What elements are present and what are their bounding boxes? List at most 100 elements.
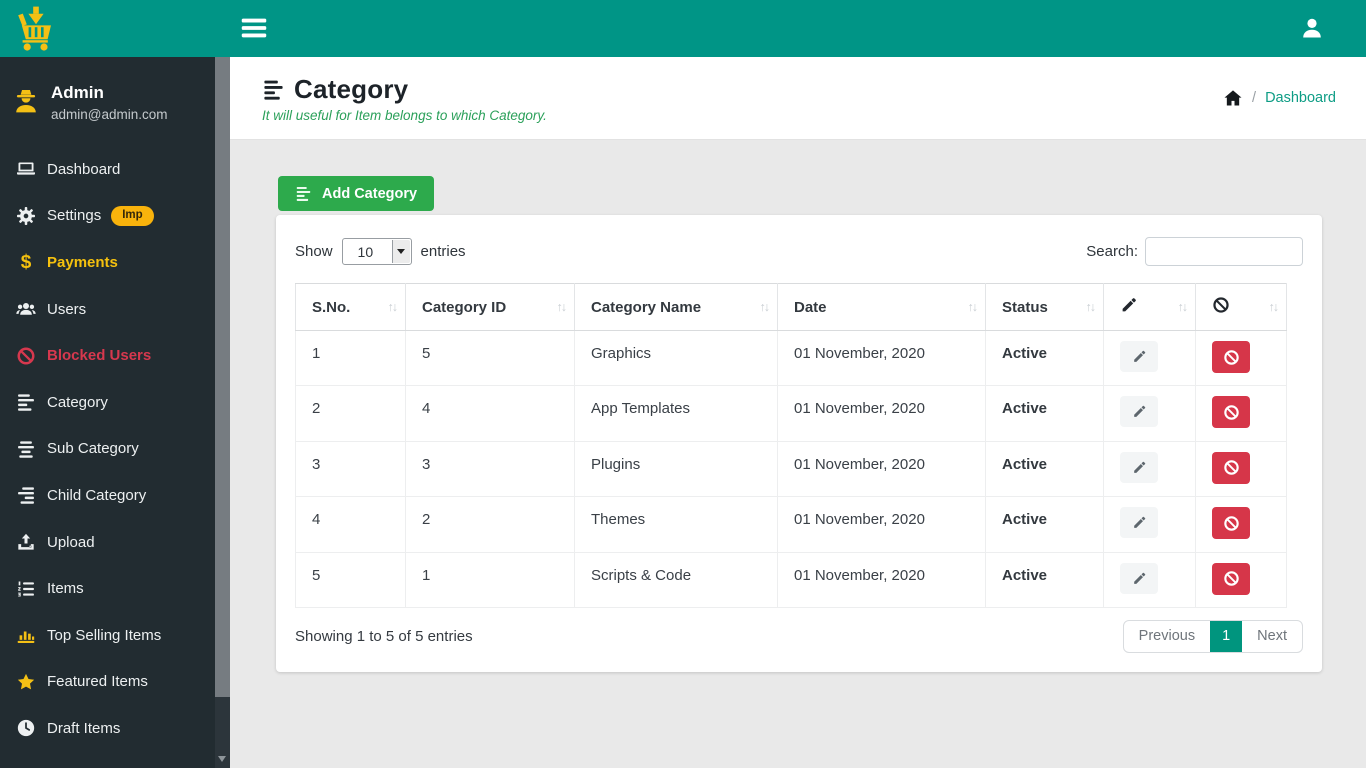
sidebar-item-label: Featured Items xyxy=(47,673,148,691)
block-button[interactable] xyxy=(1212,396,1250,429)
cell-category-id: 1 xyxy=(405,551,575,608)
edit-button[interactable] xyxy=(1120,562,1158,594)
page-1-button[interactable]: 1 xyxy=(1210,620,1243,652)
cell-category-name: Plugins xyxy=(574,440,778,498)
column-header-label: S.No. xyxy=(312,298,351,316)
table-row: 3 3 Plugins 01 November, 2020 Active xyxy=(295,440,1287,498)
sidebar-item-items[interactable]: Items xyxy=(0,565,230,612)
block-button[interactable] xyxy=(1212,562,1250,595)
pencil-icon xyxy=(1132,571,1147,586)
cell-category-name: Graphics xyxy=(574,329,778,387)
sort-icon: ↑↓ xyxy=(387,300,398,314)
column-header-status[interactable]: Status ↑↓ xyxy=(985,283,1104,331)
block-button[interactable] xyxy=(1212,507,1250,540)
column-header-pencil-icon[interactable]: ↑↓ xyxy=(1103,283,1196,331)
upload-icon xyxy=(16,532,36,552)
sidebar-item-label: Child Category xyxy=(47,486,147,504)
cell-date: 01 November, 2020 xyxy=(777,440,986,498)
sidebar-item-label: Category xyxy=(47,393,108,411)
add-category-label: Add Category xyxy=(322,185,418,202)
user-email: admin@admin.com xyxy=(51,107,168,122)
next-page-button[interactable]: Next xyxy=(1242,621,1302,652)
sidebar-item-draft-items[interactable]: Draft Items xyxy=(0,705,230,752)
sidebar-item-label: Sub Category xyxy=(47,440,139,458)
table-row: 4 2 Themes 01 November, 2020 Active xyxy=(295,496,1287,553)
block-button[interactable] xyxy=(1212,341,1250,373)
add-category-button[interactable]: Add Category xyxy=(278,176,435,211)
breadcrumb-separator: / xyxy=(1252,90,1257,106)
sidebar-item-blocked-users[interactable]: Blocked Users xyxy=(0,332,230,379)
user-icon xyxy=(1300,16,1324,40)
sort-icon: ↑↓ xyxy=(1085,300,1096,314)
sidebar-item-settings[interactable]: Settings Imp xyxy=(0,193,230,240)
sidebar-item-upload[interactable]: Upload xyxy=(0,519,230,566)
sidebar-menu: Dashboard Settings Imp $ Payments Users Blocke… xyxy=(0,146,230,752)
column-header-category-id[interactable]: Category ID ↑↓ xyxy=(405,283,575,331)
edit-button[interactable] xyxy=(1120,341,1158,372)
sidebar-item-users[interactable]: Users xyxy=(0,286,230,333)
sidebar-item-sub-category[interactable]: Sub Category xyxy=(0,426,230,473)
star-icon xyxy=(16,672,36,692)
scrollbar-thumb[interactable] xyxy=(215,57,230,697)
sidebar-item-label: Blocked Users xyxy=(47,347,152,365)
pencil-icon xyxy=(1132,460,1147,475)
sort-icon: ↑↓ xyxy=(967,300,978,314)
sidebar-item-featured-items[interactable]: Featured Items xyxy=(0,659,230,706)
hamburger-icon xyxy=(240,14,268,42)
align-right-icon xyxy=(16,485,36,505)
edit-button[interactable] xyxy=(1120,451,1158,483)
table-row: 2 4 App Templates 01 November, 2020 Active xyxy=(295,385,1287,442)
pagination: Previous 1 Next xyxy=(1122,619,1303,653)
cell-status: Active xyxy=(985,496,1104,553)
sidebar-item-payments[interactable]: $ Payments xyxy=(0,239,230,286)
select-dropdown-icon[interactable] xyxy=(391,240,410,263)
ban-icon xyxy=(1212,296,1230,314)
search-input[interactable] xyxy=(1145,237,1303,266)
column-header-label: Status xyxy=(1002,298,1048,316)
table-footer: Showing 1 to 5 of 5 entries Previous 1 N… xyxy=(295,619,1303,653)
column-header-s-no[interactable]: S.No. ↑↓ xyxy=(295,283,406,331)
sidebar-item-label: Settings xyxy=(47,207,102,225)
cell-date: 01 November, 2020 xyxy=(777,496,986,553)
home-icon[interactable] xyxy=(1223,88,1243,108)
scroll-down-icon[interactable] xyxy=(218,756,226,762)
sidebar-item-label: Top Selling Items xyxy=(47,626,162,644)
show-label: Show xyxy=(295,243,333,260)
gear-icon xyxy=(16,206,36,226)
main-area: Category It will useful for Item belongs… xyxy=(230,57,1366,768)
column-header-label: Category ID xyxy=(422,298,507,316)
sidebar-item-dashboard[interactable]: Dashboard xyxy=(0,146,230,193)
column-header-label: Date xyxy=(794,298,827,316)
edit-button[interactable] xyxy=(1120,396,1158,428)
user-panel: Admin admin@admin.com xyxy=(0,57,230,122)
sidebar-item-child-category[interactable]: Child Category xyxy=(0,472,230,519)
column-header-category-name[interactable]: Category Name ↑↓ xyxy=(574,283,778,331)
sidebar-scrollbar[interactable] xyxy=(215,57,230,768)
column-header-ban-icon[interactable]: ↑↓ xyxy=(1195,283,1287,331)
breadcrumb-link-dashboard[interactable]: Dashboard xyxy=(1265,90,1336,106)
page-subtitle: It will useful for Item belongs to which… xyxy=(262,107,547,123)
block-button[interactable] xyxy=(1212,451,1250,484)
cart-download-icon xyxy=(12,5,60,53)
ban-icon xyxy=(1223,515,1240,532)
align-left-icon xyxy=(16,392,36,412)
user-menu-button[interactable] xyxy=(1300,16,1324,40)
sidebar-item-category[interactable]: Category xyxy=(0,379,230,426)
table-row: 1 5 Graphics 01 November, 2020 Active xyxy=(295,329,1287,387)
page-size-select[interactable]: 10 xyxy=(341,238,412,265)
previous-page-button[interactable]: Previous xyxy=(1124,621,1210,652)
menu-toggle-button[interactable] xyxy=(240,14,268,42)
edit-button[interactable] xyxy=(1120,507,1158,539)
cell-status: Active xyxy=(985,440,1104,498)
align-center-icon xyxy=(16,439,36,459)
brand-logo[interactable] xyxy=(0,0,230,57)
cell-sno: 2 xyxy=(295,385,406,442)
sidebar-item-top-selling-items[interactable]: Top Selling Items xyxy=(0,612,230,659)
imp-badge: Imp xyxy=(111,206,154,226)
column-header-date[interactable]: Date ↑↓ xyxy=(777,283,986,331)
table-row: 5 1 Scripts & Code 01 November, 2020 Active xyxy=(295,551,1287,608)
sort-icon: ↑↓ xyxy=(1177,300,1188,314)
cell-category-id: 5 xyxy=(405,329,575,387)
dollar-icon: $ xyxy=(20,251,32,273)
sort-icon: ↑↓ xyxy=(759,300,770,314)
